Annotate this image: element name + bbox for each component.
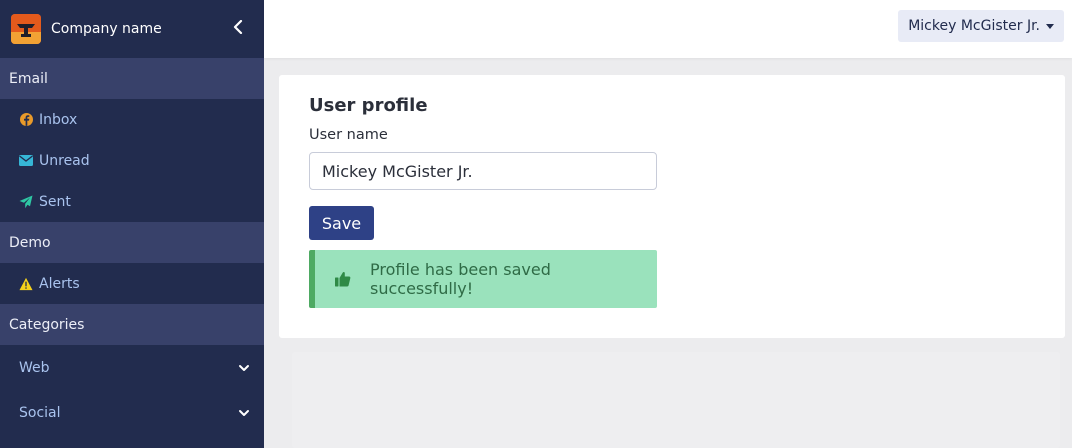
section-label: Categories [9, 316, 85, 333]
facebook-circle-icon [19, 113, 33, 127]
save-button[interactable]: Save [309, 206, 374, 240]
success-alert: Profile has been saved successfully! [309, 250, 657, 308]
company-name: Company name [51, 21, 162, 37]
sidebar-item-label: Social [19, 404, 61, 421]
sidebar-item-label: Unread [39, 152, 90, 169]
sidebar-item-social[interactable]: Social [0, 390, 264, 435]
section-demo: Demo [0, 222, 264, 263]
chevron-down-icon [238, 407, 250, 419]
sidebar-item-inbox[interactable]: Inbox [0, 99, 264, 140]
company-logo [11, 14, 41, 44]
section-categories: Categories [0, 304, 264, 345]
sidebar-item-label: Alerts [39, 275, 80, 292]
sidebar-item-sent[interactable]: Sent [0, 181, 264, 222]
thumbs-up-icon [334, 270, 352, 288]
section-label: Email [9, 70, 48, 87]
user-name: Mickey McGister Jr. [908, 18, 1040, 34]
envelope-icon [19, 154, 33, 168]
warning-triangle-icon [19, 277, 33, 291]
sidebar-item-label: Sent [39, 193, 71, 210]
chevron-down-icon [238, 362, 250, 374]
chevron-left-icon [233, 20, 243, 34]
top-bar: Mickey McGister Jr. [264, 0, 1072, 58]
user-name-label: User name [309, 127, 388, 143]
user-menu-dropdown[interactable]: Mickey McGister Jr. [898, 10, 1064, 42]
collapse-sidebar-button[interactable] [230, 17, 246, 37]
caret-down-icon [1046, 23, 1054, 29]
user-profile-card: User profile User name Save Profile has … [279, 75, 1065, 338]
sidebar-item-unread[interactable]: Unread [0, 140, 264, 181]
section-email: Email [0, 58, 264, 99]
section-label: Demo [9, 234, 51, 251]
paper-plane-icon [19, 195, 33, 209]
sidebar-item-label: Web [19, 359, 50, 376]
sidebar: Company name Email Inbox Unread Sent Dem… [0, 0, 264, 448]
content-panel-placeholder [292, 352, 1060, 448]
sidebar-item-alerts[interactable]: Alerts [0, 263, 264, 304]
brand[interactable]: Company name [0, 0, 264, 58]
success-message: Profile has been saved successfully! [370, 260, 551, 298]
page-title: User profile [309, 95, 428, 116]
user-name-input[interactable] [309, 152, 657, 190]
sidebar-item-web[interactable]: Web [0, 345, 264, 390]
sidebar-item-label: Inbox [39, 111, 78, 128]
